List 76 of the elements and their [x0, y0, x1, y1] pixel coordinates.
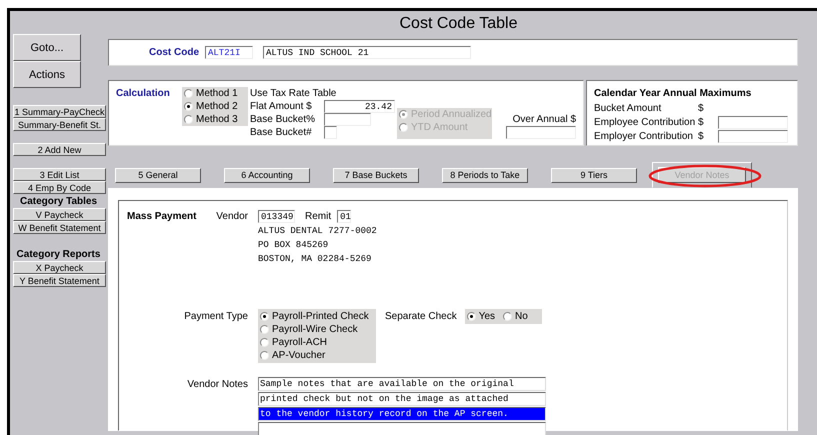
sidebar-button[interactable]: Summary-Benefit St. [13, 118, 106, 131]
field-label: Employee Contribution [594, 116, 696, 128]
field-label: Vendor Notes [186, 378, 248, 392]
sidebar-button[interactable]: X Paycheck [13, 261, 106, 274]
option-label: Payroll-Wire Check [272, 324, 358, 335]
sidebar-button[interactable]: Actions [13, 61, 81, 88]
option-label: Period Annualized [411, 109, 492, 120]
option-label: AP-Voucher [272, 350, 326, 361]
code-field[interactable]: ALT21I [205, 46, 253, 59]
sidebar-button[interactable]: V Paycheck [13, 208, 106, 221]
remit-field[interactable]: 01 [337, 210, 352, 222]
sidebar-button[interactable]: 4 Emp By Code [13, 181, 106, 194]
sidebar-button[interactable]: W Benefit Statement [13, 221, 106, 234]
tab[interactable]: 9 Tiers [551, 168, 637, 182]
currency-label: $ [698, 116, 705, 128]
radio-button[interactable] [260, 325, 269, 334]
field-label: Remit [305, 210, 332, 222]
section-title: Calculation [116, 88, 171, 99]
sidebar-button[interactable]: Goto... [13, 34, 81, 61]
radio-button[interactable] [503, 312, 512, 321]
description-field[interactable]: ALTUS IND SCHOOL 21 [263, 46, 471, 59]
option-label: YTD Amount [411, 122, 468, 133]
input-field[interactable] [324, 126, 337, 139]
field-label: Base Bucket% [250, 113, 316, 126]
address-line: PO BOX 845269 [258, 239, 330, 252]
sidebar-button[interactable]: Y Benefit Statement [13, 274, 106, 287]
section-heading: Category Reports [16, 248, 102, 261]
input-field[interactable] [324, 113, 371, 126]
option-label: Yes [478, 311, 496, 322]
field-label: Cost Code [149, 47, 199, 58]
field-label: Over Annual $ [512, 114, 577, 125]
sidebar-button[interactable]: 1 Summary-PayCheck [13, 105, 106, 118]
vendor-field[interactable]: 013349 [258, 210, 295, 222]
notes-line-field[interactable] [258, 422, 546, 435]
notes-line-field[interactable]: to the vendor history record on the AP screen. [258, 407, 546, 421]
sidebar-button[interactable]: 2 Add New [13, 143, 106, 156]
radio-button[interactable] [260, 351, 269, 360]
option-label: Payroll-Printed Check [272, 311, 369, 322]
field-label: Use Tax Rate Table [250, 87, 336, 100]
field-label: Bucket Amount [594, 102, 662, 114]
radio-button[interactable] [184, 89, 193, 98]
radio-button[interactable] [260, 312, 269, 321]
section-title: Mass Payment [127, 210, 196, 222]
tab[interactable]: 7 Base Buckets [333, 168, 419, 182]
field-label: Vendor [216, 210, 248, 222]
address-line: ALTUS DENTAL 7277-0002 [258, 225, 378, 238]
option-label: Method 3 [196, 114, 238, 125]
option-label: Method 1 [196, 88, 238, 99]
currency-label: $ [698, 102, 705, 114]
radio-button[interactable] [184, 115, 193, 124]
option-label: Payroll-ACH [272, 337, 328, 348]
field-label: Flat Amount $ [250, 100, 312, 113]
input-field[interactable] [506, 126, 576, 139]
section-title: Calendar Year Annual Maximums [594, 87, 752, 101]
window-title: Cost Code Table [398, 15, 518, 33]
input-field[interactable]: 23.42 [324, 100, 395, 113]
currency-label: $ [698, 130, 705, 142]
input-field[interactable] [718, 116, 788, 128]
tab[interactable]: 6 Accounting [224, 168, 310, 182]
option-label: No [515, 311, 528, 322]
notes-line-field[interactable]: Sample notes that are available on the original [258, 377, 546, 391]
field-label: Employer Contribution [594, 130, 694, 142]
field-label: Separate Check [385, 310, 457, 324]
field-label: Base Bucket# [250, 126, 312, 139]
tab[interactable]: 5 General [115, 168, 201, 182]
radio-button[interactable] [466, 312, 476, 321]
section-heading: Category Tables [18, 195, 98, 208]
radio-button[interactable] [260, 338, 269, 347]
address-line: BOSTON, MA 02284-5269 [258, 253, 372, 266]
notes-line-field[interactable]: printed check but not on the image as attached [258, 392, 546, 406]
radio-button[interactable] [184, 102, 193, 111]
field-label: Payment Type [183, 310, 248, 324]
tab[interactable]: 8 Periods to Take [442, 168, 528, 182]
sidebar-button[interactable]: 3 Edit List [13, 168, 106, 181]
option-label: Method 2 [196, 101, 238, 112]
input-field[interactable] [718, 130, 788, 142]
